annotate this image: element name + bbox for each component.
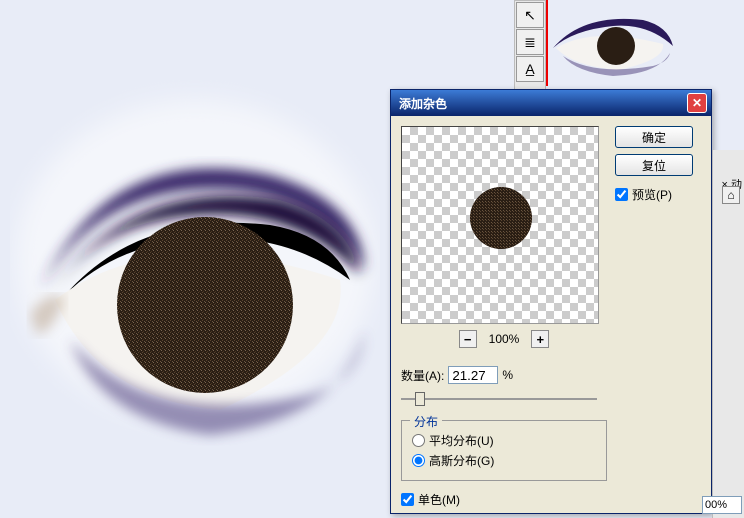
uniform-label: 平均分布(U)	[429, 432, 494, 449]
tool-options-bar: ↖ ≣ A̲	[514, 0, 546, 90]
gaussian-radio-row[interactable]: 高斯分布(G)	[412, 452, 596, 469]
mono-label: 单色(M)	[418, 491, 460, 508]
text-tool-icon[interactable]: A̲	[516, 56, 544, 82]
preview-checkbox[interactable]	[615, 188, 628, 201]
amount-label: 数量(A):	[401, 367, 444, 384]
gaussian-label: 高斯分布(G)	[429, 452, 494, 469]
zoom-out-button[interactable]: −	[459, 330, 477, 348]
zoom-controls: − 100% +	[401, 330, 607, 348]
home-icon[interactable]: ⌂	[722, 186, 740, 204]
paragraph-tool-icon[interactable]: ≣	[516, 29, 544, 55]
preview-check-row[interactable]: 预览(P)	[615, 186, 693, 203]
uniform-radio[interactable]	[412, 434, 425, 447]
preview-noise-circle	[470, 187, 532, 249]
panel-dock	[712, 150, 744, 518]
filter-preview[interactable]	[401, 126, 599, 324]
mono-check-row[interactable]: 单色(M)	[401, 491, 607, 508]
distribution-label: 分布	[410, 413, 442, 430]
reset-button[interactable]: 复位	[615, 154, 693, 176]
uniform-radio-row[interactable]: 平均分布(U)	[412, 432, 596, 449]
distribution-group: 分布 平均分布(U) 高斯分布(G)	[401, 420, 607, 481]
dialog-title: 添加杂色	[399, 95, 687, 112]
close-icon[interactable]: ✕	[687, 93, 707, 113]
zoom-in-button[interactable]: +	[531, 330, 549, 348]
eye-illustration	[10, 80, 380, 460]
preview-check-label: 预览(P)	[632, 186, 672, 203]
ok-button[interactable]: 确定	[615, 126, 693, 148]
mono-checkbox[interactable]	[401, 493, 414, 506]
amount-slider[interactable]	[401, 390, 597, 408]
document-canvas	[0, 0, 390, 518]
zoom-level: 100%	[489, 332, 520, 346]
gaussian-radio[interactable]	[412, 454, 425, 467]
opacity-field[interactable]: 00%	[702, 496, 742, 514]
add-noise-dialog: 添加杂色 ✕ − 100% +	[390, 89, 712, 514]
amount-unit: %	[502, 368, 513, 382]
dialog-titlebar[interactable]: 添加杂色 ✕	[391, 90, 711, 116]
amount-input[interactable]	[448, 366, 498, 384]
navigator-preview	[546, 0, 742, 86]
slider-thumb[interactable]	[415, 392, 425, 406]
move-tool-icon[interactable]: ↖	[516, 2, 544, 28]
